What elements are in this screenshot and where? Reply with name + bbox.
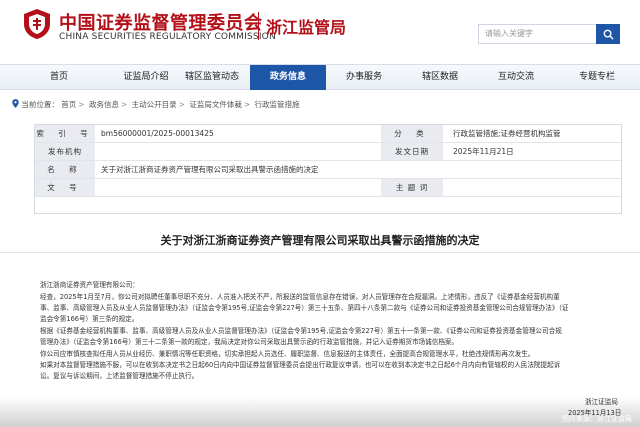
doc-paragraph-line: 管理办法》（证监会令第166号）第三十二条第一款的规定，我局决定对你公司采取出具… (40, 338, 459, 346)
nav-interaction[interactable]: 互动交流 (478, 65, 554, 90)
index-label: 索 引 号 (35, 125, 95, 142)
main-nav: 首页 证监局介绍 辖区监管动态 政务信息 办事服务 辖区数据 互动交流 专题专栏 (0, 64, 640, 90)
breadcrumb: 当前位置： 首页 > 政务信息 > 主动公开目录 > 证监局文件体裁 > 行政监管措施 (12, 98, 300, 112)
nav-regulatory-news[interactable]: 辖区监管动态 (174, 65, 250, 90)
csrc-emblem-icon (24, 9, 50, 39)
doc-paragraph-line: 监会令第166号）第三条的规定。 (40, 315, 139, 323)
document-title: 关于对浙江浙商证券资产管理有限公司采取出具警示函措施的决定 (160, 234, 480, 247)
docno-label: 文 号 (35, 179, 95, 196)
title-divider (0, 252, 640, 253)
nav-home[interactable]: 首页 (0, 65, 118, 90)
info-row-index: 索 引 号 bm56000001/2025-00013425 分 类 行政监管措… (35, 125, 621, 143)
brand-divider (258, 12, 259, 40)
document-info-table: 索 引 号 bm56000001/2025-00013425 分 类 行政监管措… (34, 124, 622, 214)
nav-data[interactable]: 辖区数据 (402, 65, 478, 90)
issuer-label: 发布机构 (35, 143, 95, 160)
breadcrumb-doc-types[interactable]: 证监局文件体裁 (189, 100, 242, 109)
nav-services[interactable]: 办事服务 (326, 65, 402, 90)
breadcrumb-catalog[interactable]: 主动公开目录 (132, 100, 177, 109)
doc-paragraph-line: 如果对本监督管理措施不服，可以在收到本决定书之日起60日内向中国证券监督管理委员… (40, 361, 561, 369)
name-label: 名 称 (35, 161, 95, 178)
name-value: 关于对浙江浙商证券资产管理有限公司采取出具警示函措施的决定 (101, 165, 319, 174)
info-row-issuer: 发布机构 发文日期 2025年11月21日 (35, 143, 621, 161)
breadcrumb-home[interactable]: 首页 (61, 100, 76, 109)
category-label: 分 类 (381, 125, 443, 142)
breadcrumb-prefix: 当前位置： (21, 100, 59, 109)
nav-government-info[interactable]: 政务信息 (250, 65, 326, 90)
doc-paragraph-line: 讼。复议与诉讼期间，上述监督管理措施不停止执行。 (40, 372, 199, 380)
info-row-docno: 文 号 主 题 词 (35, 179, 621, 197)
doc-signature: 浙江证监局 (585, 398, 618, 406)
location-icon (12, 99, 19, 108)
search-button[interactable] (596, 24, 620, 44)
doc-addressee: 浙江浙商证券资产管理有限公司： (40, 281, 139, 289)
nav-special-topics[interactable]: 专题专栏 (554, 65, 640, 90)
info-row-spacer (35, 197, 621, 215)
doc-paragraph-line: 事、监事、高级管理人员及从业人员监督管理办法》（证监会令第195号,证监会令第2… (40, 304, 569, 312)
date-label: 发文日期 (381, 143, 443, 160)
bureau-name: 浙江监管局 (266, 18, 347, 37)
doc-paragraph-line: 经查，2025年1月至7月，你公司对拟聘任董事尽职不充分、人员准入把关不严，所报… (40, 293, 560, 301)
doc-paragraph-line: 你公司应审慎核查拟任用人员从业经历、兼职情况等任职资格，切实承担起人员选任、履职… (40, 350, 535, 358)
search-icon (603, 29, 614, 40)
site-header: 中国证券监督管理委员会 CHINA SECURITIES REGULATORY … (0, 0, 640, 64)
date-value: 2025年11月21日 (453, 147, 514, 156)
image-source-watermark: 图片来源：浙江证监局 (562, 415, 632, 423)
info-row-name: 名 称 关于对浙江浙商证券资产管理有限公司采取出具警示函措施的决定 (35, 161, 621, 179)
breadcrumb-measures[interactable]: 行政监管措施 (255, 100, 300, 109)
org-name-en: CHINA SECURITIES REGULATORY COMMISSION (59, 32, 276, 42)
search-input[interactable]: 请输入关键字 (478, 24, 596, 44)
doc-paragraph-line: 根据《证券基金经营机构董事、监事、高级管理人员及从业人员监督管理办法》（证监会令… (40, 327, 562, 335)
category-value: 行政监管措施;证券经营机构监管 (453, 129, 561, 138)
bottom-overlay (0, 396, 640, 427)
nav-intro[interactable]: 证监局介绍 (118, 65, 174, 90)
theme-label: 主 题 词 (381, 179, 443, 196)
index-value: bm56000001/2025-00013425 (101, 129, 214, 138)
breadcrumb-government-info[interactable]: 政务信息 (89, 100, 119, 109)
